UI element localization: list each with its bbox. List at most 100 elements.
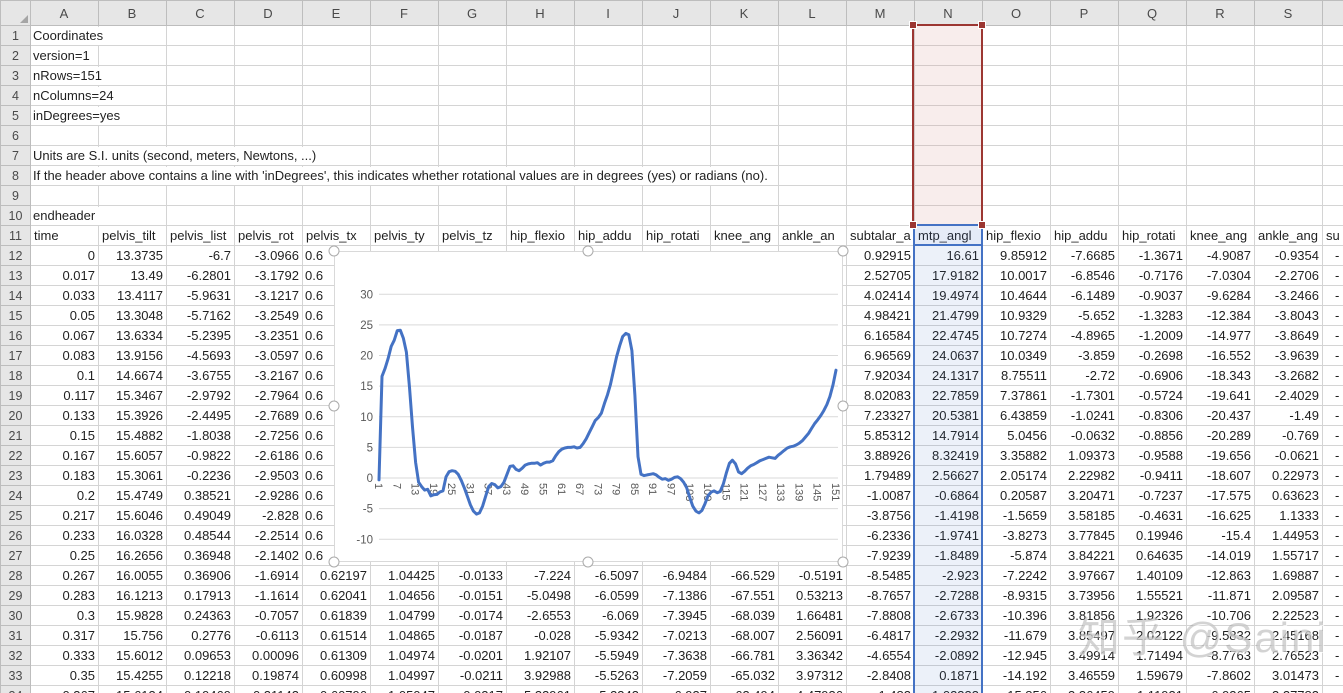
row-header[interactable]: 28	[0, 565, 31, 586]
cell[interactable]: -8.9315	[982, 585, 1051, 606]
cell[interactable]: -0.2236	[166, 465, 235, 486]
cell[interactable]: -4.8965	[1050, 325, 1119, 346]
chart-selection-handle[interactable]	[837, 400, 849, 412]
cell[interactable]: -1.7301	[1050, 385, 1119, 406]
cell[interactable]	[642, 85, 711, 106]
cell[interactable]	[1118, 145, 1187, 166]
cell[interactable]	[1322, 125, 1343, 146]
cell[interactable]: -7.0213	[642, 625, 711, 646]
cell[interactable]: -0.8856	[1118, 425, 1187, 446]
cell[interactable]: 0.17913	[166, 585, 235, 606]
cell[interactable]	[642, 45, 711, 66]
cell[interactable]: -1.0087	[846, 485, 915, 506]
cell[interactable]	[1322, 85, 1343, 106]
cell[interactable]: 1.04865	[370, 625, 439, 646]
cell[interactable]	[234, 25, 303, 46]
row-header[interactable]: 32	[0, 645, 31, 666]
cell[interactable]: hip_flexio	[506, 225, 575, 246]
cell[interactable]	[370, 145, 439, 166]
cell[interactable]: pelvis_tz	[438, 225, 507, 246]
cell[interactable]: -7.9239	[846, 545, 915, 566]
cell[interactable]	[1118, 45, 1187, 66]
cell[interactable]	[438, 185, 507, 206]
range-handle[interactable]	[978, 221, 986, 229]
cell[interactable]: -3.2351	[234, 325, 303, 346]
cell[interactable]: 8.02083	[846, 385, 915, 406]
cell[interactable]: -	[1322, 385, 1343, 406]
cell[interactable]: -0.9037	[1118, 285, 1187, 306]
cell[interactable]: 1.04997	[370, 665, 439, 686]
cell[interactable]	[1186, 205, 1255, 226]
cell[interactable]: -0.6113	[234, 625, 303, 646]
cell[interactable]: -15.856	[982, 685, 1051, 693]
cell[interactable]	[1254, 65, 1323, 86]
cell[interactable]: -3.8756	[846, 505, 915, 526]
row-header[interactable]: 16	[0, 325, 31, 346]
cell[interactable]: -3.859	[1050, 345, 1119, 366]
cell[interactable]: -5.874	[982, 545, 1051, 566]
cell[interactable]: -5.2395	[166, 325, 235, 346]
cell[interactable]: -	[1322, 265, 1343, 286]
cell[interactable]: 15.4882	[98, 425, 167, 446]
cell[interactable]: -16.625	[1186, 505, 1255, 526]
row-header[interactable]: 21	[0, 425, 31, 446]
column-letter-f[interactable]: F	[370, 0, 439, 26]
cell[interactable]: 14.6674	[98, 365, 167, 386]
cell[interactable]: 1.04656	[370, 585, 439, 606]
cell[interactable]	[710, 185, 779, 206]
row-header[interactable]: 5	[0, 105, 31, 126]
cell[interactable]: -7.2242	[982, 565, 1051, 586]
cell[interactable]: -0.0133	[438, 565, 507, 586]
cell[interactable]	[778, 185, 847, 206]
cell[interactable]: 6.16584	[846, 325, 915, 346]
cell[interactable]: 0.19469	[166, 685, 235, 693]
cell[interactable]: -	[1322, 365, 1343, 386]
cell[interactable]: 15.3061	[98, 465, 167, 486]
cell[interactable]: -11.871	[1186, 585, 1255, 606]
cell[interactable]: endheader	[30, 205, 104, 226]
cell[interactable]	[778, 45, 847, 66]
cell[interactable]: -8.5485	[846, 565, 915, 586]
cell[interactable]: hip_rotati	[642, 225, 711, 246]
cell[interactable]	[506, 65, 575, 86]
cell[interactable]: -14.977	[1186, 325, 1255, 346]
column-letter-o[interactable]: O	[982, 0, 1051, 26]
cell[interactable]: -66.781	[710, 645, 779, 666]
cell[interactable]: ankle_ang	[1254, 225, 1323, 246]
cell[interactable]	[1254, 185, 1323, 206]
cell[interactable]: -3.9639	[1254, 345, 1323, 366]
cell[interactable]	[1186, 25, 1255, 46]
cell[interactable]	[438, 85, 507, 106]
cell[interactable]	[846, 205, 915, 226]
cell[interactable]: 1.55521	[1118, 585, 1187, 606]
cell[interactable]	[1118, 125, 1187, 146]
cell[interactable]	[574, 145, 643, 166]
cell[interactable]	[1118, 185, 1187, 206]
cell[interactable]	[166, 205, 235, 226]
cell[interactable]	[1322, 65, 1343, 86]
cell[interactable]: 15.6057	[98, 445, 167, 466]
cell[interactable]: 3.36459	[1050, 685, 1119, 693]
cell[interactable]: 4.47936	[778, 685, 847, 693]
row-header[interactable]: 29	[0, 585, 31, 606]
cell[interactable]: knee_ang	[710, 225, 779, 246]
cell[interactable]	[506, 25, 575, 46]
cell[interactable]	[982, 205, 1051, 226]
cell[interactable]: -6.1489	[1050, 285, 1119, 306]
cell[interactable]: -1.2009	[1118, 325, 1187, 346]
cell[interactable]	[846, 25, 915, 46]
cell[interactable]: -	[1322, 505, 1343, 526]
column-letter-b[interactable]: B	[98, 0, 167, 26]
cell[interactable]: -19.656	[1186, 445, 1255, 466]
cell[interactable]: 16.0328	[98, 525, 167, 546]
cell[interactable]: -6.4817	[846, 625, 915, 646]
cell[interactable]: -4.9087	[1186, 245, 1255, 266]
cell[interactable]: 0.36948	[166, 545, 235, 566]
cell[interactable]	[1118, 25, 1187, 46]
cell[interactable]: -3.1217	[234, 285, 303, 306]
range-handle[interactable]	[978, 21, 986, 29]
cell[interactable]	[574, 85, 643, 106]
cell[interactable]: -	[1322, 565, 1343, 586]
cell[interactable]	[438, 125, 507, 146]
cell[interactable]	[574, 65, 643, 86]
